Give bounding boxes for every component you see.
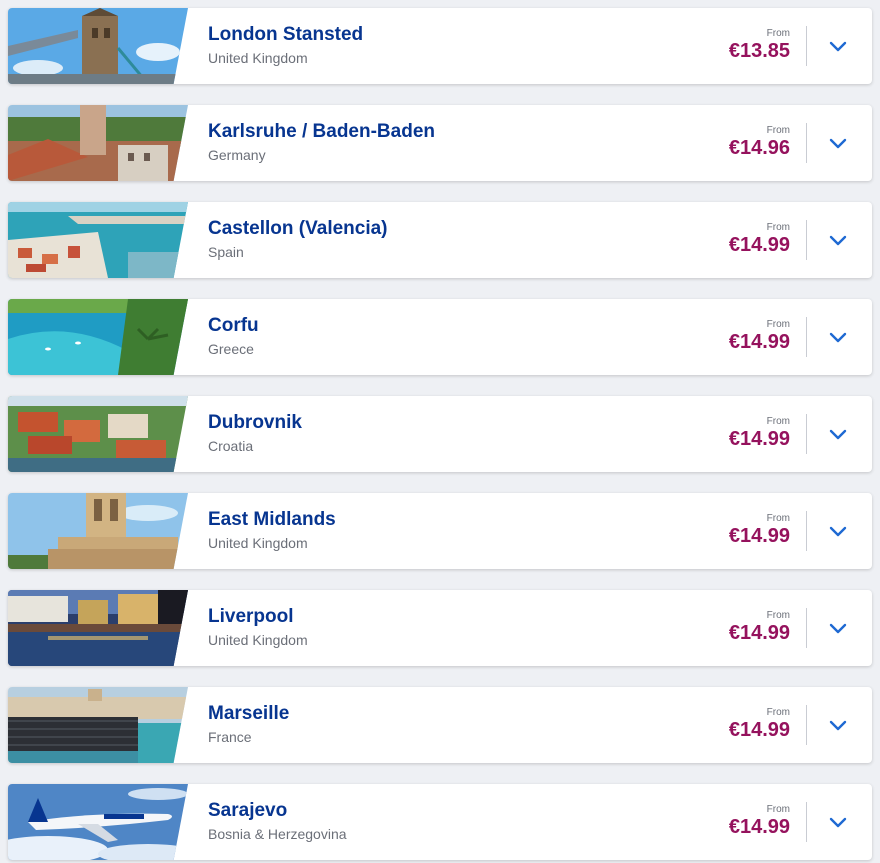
from-label: From	[766, 513, 790, 524]
divider	[806, 414, 807, 454]
destination-price: €14.99	[728, 622, 790, 644]
destination-card-east-midlands[interactable]: East Midlands United Kingdom From €14.99	[8, 493, 872, 569]
destination-country: Croatia	[208, 438, 254, 454]
chevron-down-icon[interactable]	[826, 810, 850, 834]
destination-price: €14.99	[728, 331, 790, 353]
destination-city: Dubrovnik	[208, 412, 302, 433]
destination-country: Greece	[208, 341, 254, 357]
divider	[806, 802, 807, 842]
destination-city: Corfu	[208, 315, 259, 336]
dubrovnik-old-town-photo	[8, 396, 188, 472]
chevron-down-icon[interactable]	[826, 325, 850, 349]
destination-price: €14.99	[728, 428, 790, 450]
from-label: From	[766, 222, 790, 233]
destination-country: United Kingdom	[208, 50, 308, 66]
divider	[806, 220, 807, 260]
destination-price: €14.99	[728, 234, 790, 256]
destination-price: €14.99	[728, 719, 790, 741]
from-label: From	[766, 28, 790, 39]
destination-country: Bosnia & Herzegovina	[208, 826, 347, 842]
destination-card-marseille[interactable]: Marseille France From €14.99	[8, 687, 872, 763]
from-label: From	[766, 416, 790, 427]
destination-price: €14.99	[728, 525, 790, 547]
chevron-down-icon[interactable]	[826, 616, 850, 640]
destination-card-corfu[interactable]: Corfu Greece From €14.99	[8, 299, 872, 375]
chevron-down-icon[interactable]	[826, 422, 850, 446]
ryanair-aircraft-photo	[8, 784, 188, 860]
destination-city: Sarajevo	[208, 800, 288, 821]
chevron-down-icon[interactable]	[826, 131, 850, 155]
divider	[806, 123, 807, 163]
destination-city: Liverpool	[208, 606, 294, 627]
liverpool-waterfront-photo	[8, 590, 188, 666]
from-label: From	[766, 610, 790, 621]
destination-city: Marseille	[208, 703, 290, 724]
destination-card-dubrovnik[interactable]: Dubrovnik Croatia From €14.99	[8, 396, 872, 472]
divider	[806, 317, 807, 357]
destination-card-karlsruhe-baden-baden[interactable]: Karlsruhe / Baden-Baden Germany From €14…	[8, 105, 872, 181]
destination-card-liverpool[interactable]: Liverpool United Kingdom From €14.99	[8, 590, 872, 666]
destination-country: Germany	[208, 147, 266, 163]
destination-country: United Kingdom	[208, 632, 308, 648]
destination-card-castellon[interactable]: Castellon (Valencia) Spain From €14.99	[8, 202, 872, 278]
destination-price: €13.85	[728, 40, 790, 62]
divider	[806, 26, 807, 66]
destination-city: East Midlands	[208, 509, 336, 530]
destination-list: London Stansted United Kingdom From €13.…	[0, 0, 880, 863]
from-label: From	[766, 125, 790, 136]
divider	[806, 608, 807, 648]
destination-city: Castellon (Valencia)	[208, 218, 388, 239]
chevron-down-icon[interactable]	[826, 34, 850, 58]
castellon-harbour-photo	[8, 202, 188, 278]
destination-country: Spain	[208, 244, 244, 260]
chevron-down-icon[interactable]	[826, 713, 850, 737]
from-label: From	[766, 707, 790, 718]
chevron-down-icon[interactable]	[826, 228, 850, 252]
divider	[806, 705, 807, 745]
marseille-harbour-photo	[8, 687, 188, 763]
destination-country: United Kingdom	[208, 535, 308, 551]
destination-city: London Stansted	[208, 24, 364, 45]
from-label: From	[766, 319, 790, 330]
destination-country: France	[208, 729, 252, 745]
london-tower-bridge-photo	[8, 8, 188, 84]
baden-baden-rooftops-photo	[8, 105, 188, 181]
destination-price: €14.96	[728, 137, 790, 159]
east-midlands-tower-photo	[8, 493, 188, 569]
destination-card-london-stansted[interactable]: London Stansted United Kingdom From €13.…	[8, 8, 872, 84]
chevron-down-icon[interactable]	[826, 519, 850, 543]
destination-price: €14.99	[728, 816, 790, 838]
divider	[806, 511, 807, 551]
from-label: From	[766, 804, 790, 815]
destination-card-sarajevo[interactable]: Sarajevo Bosnia & Herzegovina From €14.9…	[8, 784, 872, 860]
corfu-bay-photo	[8, 299, 188, 375]
destination-city: Karlsruhe / Baden-Baden	[208, 121, 435, 142]
